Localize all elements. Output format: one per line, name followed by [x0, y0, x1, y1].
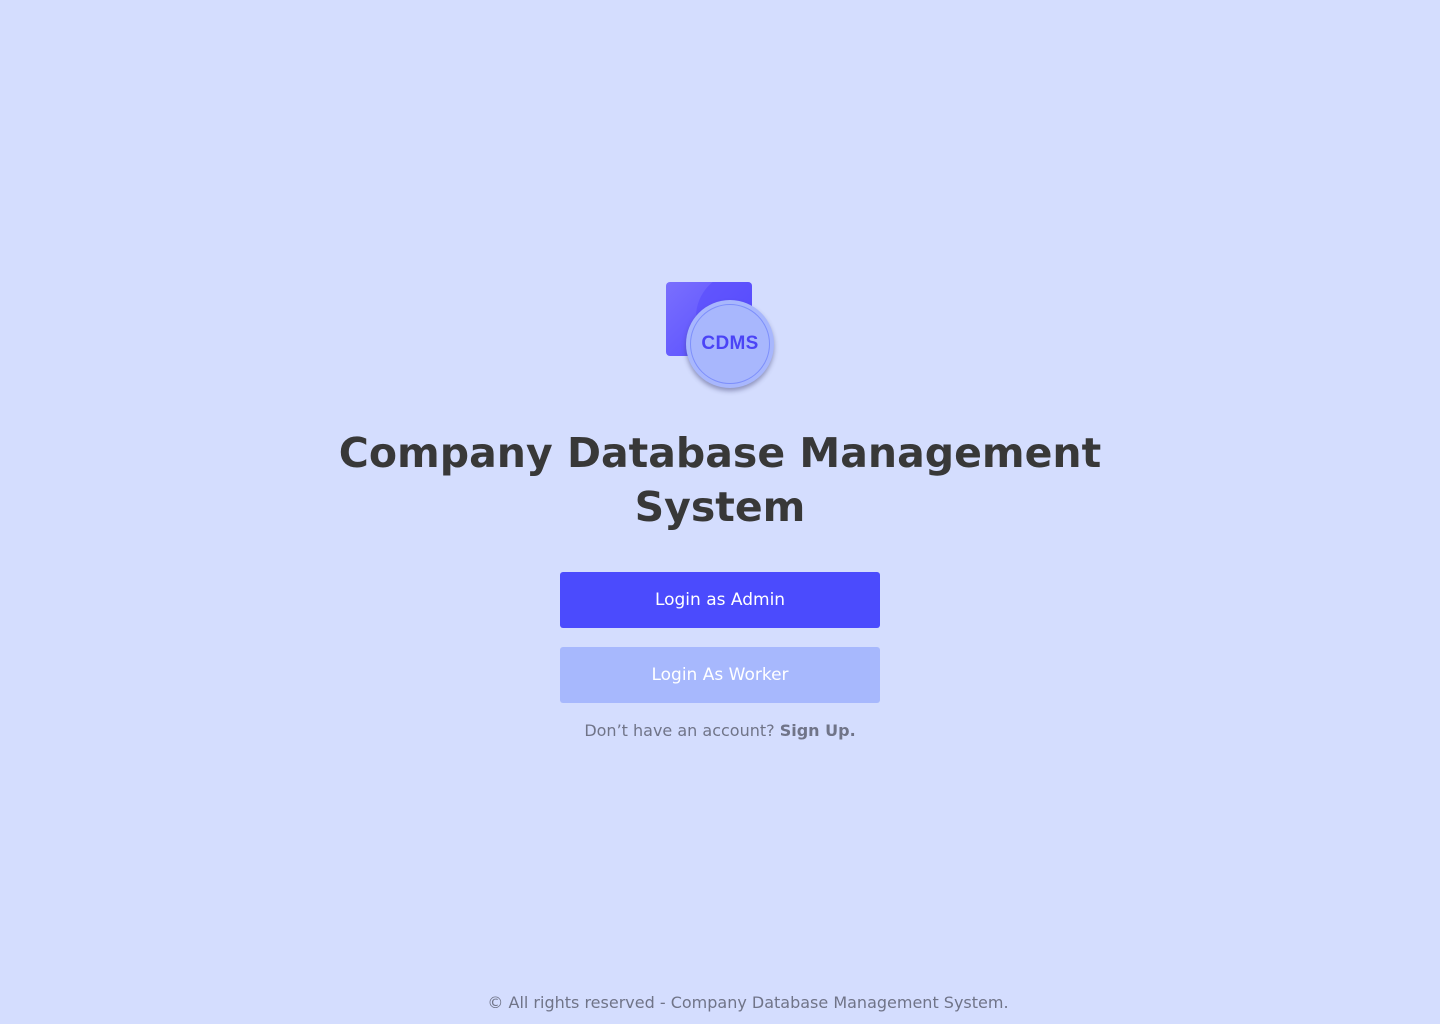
login-admin-button[interactable]: Login as Admin [560, 572, 880, 628]
page-title: Company Database Management System [338, 429, 1102, 531]
logo-text: CDMS [701, 333, 759, 354]
signup-prompt-text: Don’t have an account? [584, 721, 775, 740]
signup-link[interactable]: Sign Up. [780, 721, 856, 740]
cdms-logo: CDMS [664, 280, 778, 396]
login-worker-button[interactable]: Login As Worker [560, 647, 880, 703]
logo-badge: CDMS [686, 300, 774, 388]
footer-copyright: © All rights reserved - Company Database… [487, 993, 1009, 1012]
signup-prompt-row: Don’t have an account? Sign Up. [520, 720, 920, 742]
